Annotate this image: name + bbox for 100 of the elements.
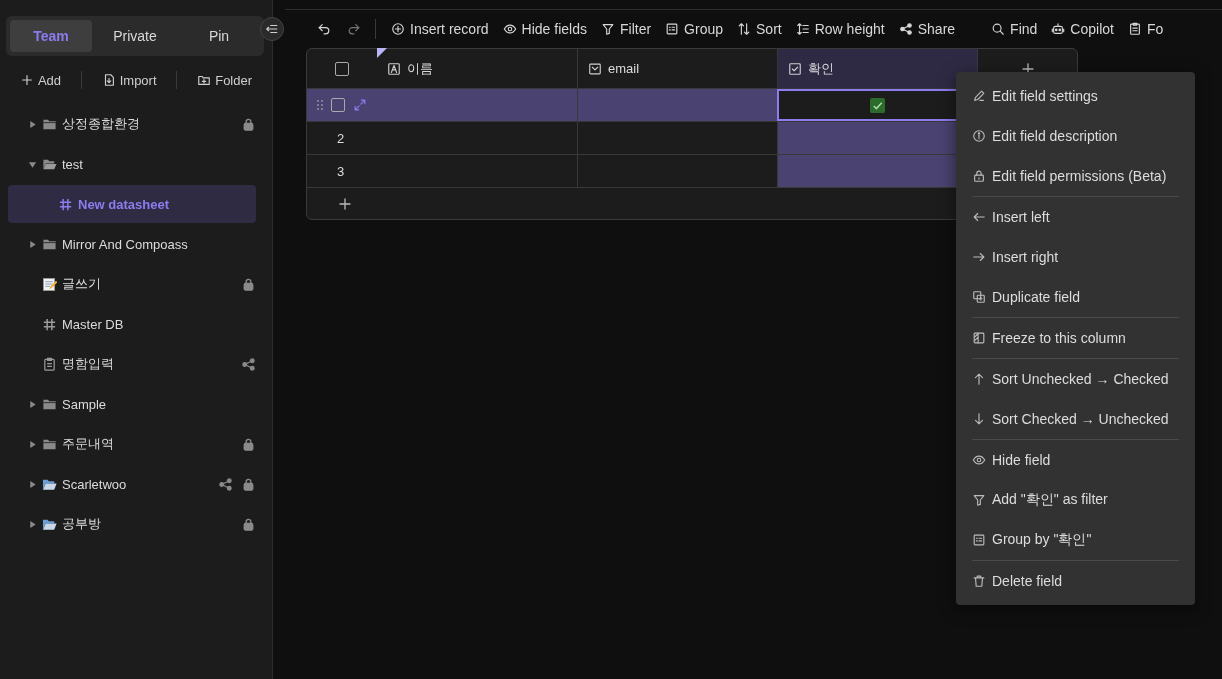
arrow-right-icon [972, 250, 986, 264]
toolbar-button[interactable]: Row height [788, 21, 892, 37]
action-button[interactable]: Import [97, 72, 161, 88]
toolbar-button[interactable]: Filter [593, 21, 659, 37]
freeze-icon [972, 331, 986, 345]
toolbar-button[interactable]: Share [891, 21, 963, 37]
item-label: 상정종합환경 [62, 115, 141, 133]
toolbar-button[interactable]: Insert record [384, 21, 496, 37]
tree-item[interactable]: New datasheet [8, 185, 256, 223]
action-button[interactable]: Folder [193, 72, 257, 88]
sidebar-tab[interactable]: Pin [178, 20, 260, 52]
corner-marker-icon [377, 48, 387, 58]
pencil-icon [972, 89, 986, 103]
lock-icon [972, 169, 986, 183]
form-icon [1127, 22, 1142, 36]
list-icon [665, 22, 680, 36]
collapsed-arrow-icon[interactable] [28, 119, 37, 129]
plus-icon [19, 73, 34, 87]
collapsed-arrow-icon[interactable] [28, 479, 37, 489]
item-label: 명함입력 [62, 355, 115, 373]
mail-icon [588, 61, 602, 76]
collapse-sidebar-button[interactable] [260, 17, 284, 41]
tree-item[interactable]: Master DB [8, 305, 256, 343]
menu-item[interactable]: Group by "확인" [956, 520, 1195, 560]
tree-item[interactable]: test [8, 145, 256, 183]
column-header[interactable]: 확인 [777, 49, 977, 88]
item-label: 공부방 [62, 515, 102, 533]
arrow-up-icon [972, 372, 986, 386]
drag-handle-icon[interactable] [317, 100, 323, 110]
row-number: 2 [336, 130, 345, 146]
menu-item[interactable]: Sort Unchecked → Checked [956, 359, 1195, 399]
select-all-checkbox[interactable] [335, 61, 349, 76]
item-label: 글쓰기 [62, 275, 102, 293]
share-icon [898, 22, 913, 36]
redo-icon [347, 22, 361, 36]
form-icon [42, 356, 57, 372]
memo-icon [42, 276, 57, 292]
collapsed-arrow-icon[interactable] [28, 239, 37, 249]
toolbar-button[interactable]: Find [984, 21, 1045, 37]
robot-icon [1051, 22, 1066, 36]
info-icon [972, 129, 986, 143]
action-button[interactable]: Add [15, 72, 66, 88]
eye-icon [972, 453, 986, 467]
item-label: Sample [62, 396, 108, 412]
grid-icon [58, 196, 73, 212]
text-field-icon [387, 61, 401, 76]
menu-item[interactable]: Add "확인" as filter [956, 480, 1195, 520]
tree-item[interactable]: 명함입력 [8, 345, 256, 383]
item-label: 주문내역 [62, 435, 115, 453]
menu-item[interactable]: Delete field [956, 561, 1195, 601]
sidebar-tab[interactable]: Private [94, 20, 176, 52]
folder-plus-icon [197, 73, 212, 87]
tree-item[interactable]: 글쓰기 [8, 265, 256, 303]
trash-icon [972, 574, 986, 588]
grid-icon [42, 316, 57, 332]
menu-item[interactable]: Duplicate field [956, 277, 1195, 317]
column-header[interactable]: 이름 [377, 49, 577, 88]
tree-item[interactable]: Mirror And Compoass [8, 225, 256, 263]
item-label: test [62, 156, 84, 172]
collapsed-arrow-icon[interactable] [28, 399, 37, 409]
duplicate-icon [972, 290, 986, 304]
arrow-down-icon [972, 412, 986, 426]
checked-checkbox-icon[interactable] [869, 97, 885, 113]
collapsed-arrow-icon[interactable] [28, 519, 37, 529]
undo-icon [317, 22, 331, 36]
menu-item[interactable]: Hide field [956, 440, 1195, 480]
toolbar-button[interactable]: Group [658, 21, 730, 37]
menu-item[interactable]: Freeze to this column [956, 318, 1195, 358]
filter-icon [600, 22, 615, 36]
expanded-arrow-icon[interactable] [28, 159, 37, 169]
item-label: New datasheet [78, 196, 171, 212]
plus-circle-icon [391, 22, 405, 36]
tree-item[interactable]: Sample [8, 385, 256, 423]
collapse-icon [265, 22, 279, 36]
checkbox-field-icon [788, 61, 802, 76]
row-checkbox[interactable] [331, 98, 345, 112]
toolbar-button[interactable]: Sort [730, 21, 789, 37]
item-label: Mirror And Compoass [62, 236, 189, 252]
tree-item[interactable]: 상정종합환경 [8, 105, 256, 143]
menu-item[interactable]: Insert right [956, 237, 1195, 277]
filter-icon [972, 493, 986, 507]
item-label: Master DB [62, 316, 125, 332]
eye-icon [502, 22, 517, 36]
expand-icon[interactable] [353, 98, 367, 112]
menu-item[interactable]: Insert left [956, 197, 1195, 237]
toolbar-button[interactable]: Copilot [1044, 21, 1121, 37]
toolbar-button[interactable]: Fo [1120, 21, 1171, 37]
row-height-icon [795, 22, 810, 36]
item-label: Scarletwoo [62, 476, 128, 492]
collapsed-arrow-icon[interactable] [28, 439, 37, 449]
menu-item[interactable]: Sort Checked → Unchecked [956, 399, 1195, 439]
row-number: 3 [336, 163, 345, 179]
toolbar-button[interactable]: Hide fields [495, 21, 594, 37]
arrow-left-icon [972, 210, 986, 224]
search-icon [991, 22, 1006, 36]
tree-item[interactable]: 공부방 [8, 505, 256, 543]
list-icon [972, 533, 986, 547]
tree-item[interactable]: Scarletwoo [8, 465, 256, 503]
sort-icon [737, 22, 751, 36]
tree-item[interactable]: 주문내역 [8, 425, 256, 463]
